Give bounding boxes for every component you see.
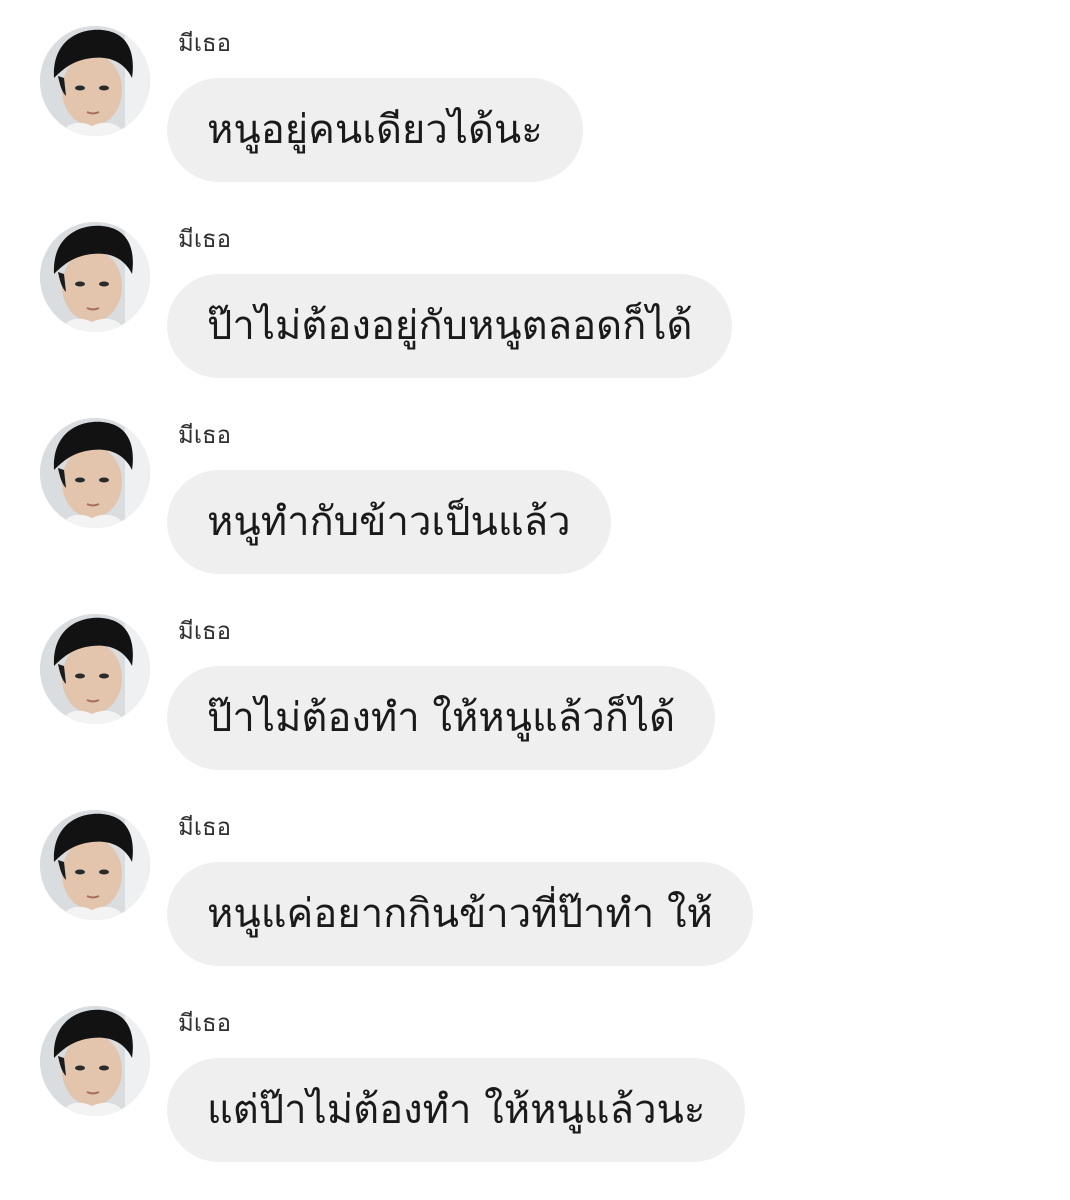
avatar[interactable] xyxy=(40,1006,150,1116)
sender-name: มีเธอ xyxy=(178,617,232,645)
message-bubble[interactable]: ป๊าไม่ต้องทำ ให้หนูแล้วก็ได้ xyxy=(167,666,716,770)
chat-thread: มีเธอ หนูอยู่คนเดียวได้นะ มีเธอ ป๊าไม่ต้… xyxy=(0,0,1070,1200)
sender-name: มีเธอ xyxy=(178,225,232,253)
avatar[interactable] xyxy=(40,26,150,136)
avatar[interactable] xyxy=(40,222,150,332)
message-row: มีเธอ แต่ป๊าไม่ต้องทำ ให้หนูแล้วนะ xyxy=(0,980,1070,1162)
message-row: มีเธอ หนูอยู่คนเดียวได้นะ xyxy=(0,0,1070,182)
message-row: มีเธอ หนูทำกับข้าวเป็นแล้ว xyxy=(0,392,1070,574)
child-face-avatar-icon xyxy=(40,614,150,724)
sender-name: มีเธอ xyxy=(178,29,232,57)
message-bubble[interactable]: ป๊าไม่ต้องอยู่กับหนูตลอดก็ได้ xyxy=(167,274,733,378)
child-face-avatar-icon xyxy=(40,26,150,136)
avatar[interactable] xyxy=(40,614,150,724)
sender-name: มีเธอ xyxy=(178,421,232,449)
child-face-avatar-icon xyxy=(40,222,150,332)
message-row: มีเธอ ป๊าไม่ต้องอยู่กับหนูตลอดก็ได้ xyxy=(0,196,1070,378)
message-bubble[interactable]: หนูแค่อยากกินข้าวที่ป๊าทำ ให้ xyxy=(167,862,753,966)
avatar[interactable] xyxy=(40,810,150,920)
message-row: มีเธอ หนูแค่อยากกินข้าวที่ป๊าทำ ให้ xyxy=(0,784,1070,966)
child-face-avatar-icon xyxy=(40,418,150,528)
message-row: มีเธอ ป๊าไม่ต้องทำ ให้หนูแล้วก็ได้ xyxy=(0,588,1070,770)
message-bubble[interactable]: แต่ป๊าไม่ต้องทำ ให้หนูแล้วนะ xyxy=(167,1058,746,1162)
avatar[interactable] xyxy=(40,418,150,528)
sender-name: มีเธอ xyxy=(178,813,232,841)
child-face-avatar-icon xyxy=(40,810,150,920)
message-bubble[interactable]: หนูทำกับข้าวเป็นแล้ว xyxy=(167,470,611,574)
message-bubble[interactable]: หนูอยู่คนเดียวได้นะ xyxy=(167,78,583,182)
child-face-avatar-icon xyxy=(40,1006,150,1116)
sender-name: มีเธอ xyxy=(178,1009,232,1037)
